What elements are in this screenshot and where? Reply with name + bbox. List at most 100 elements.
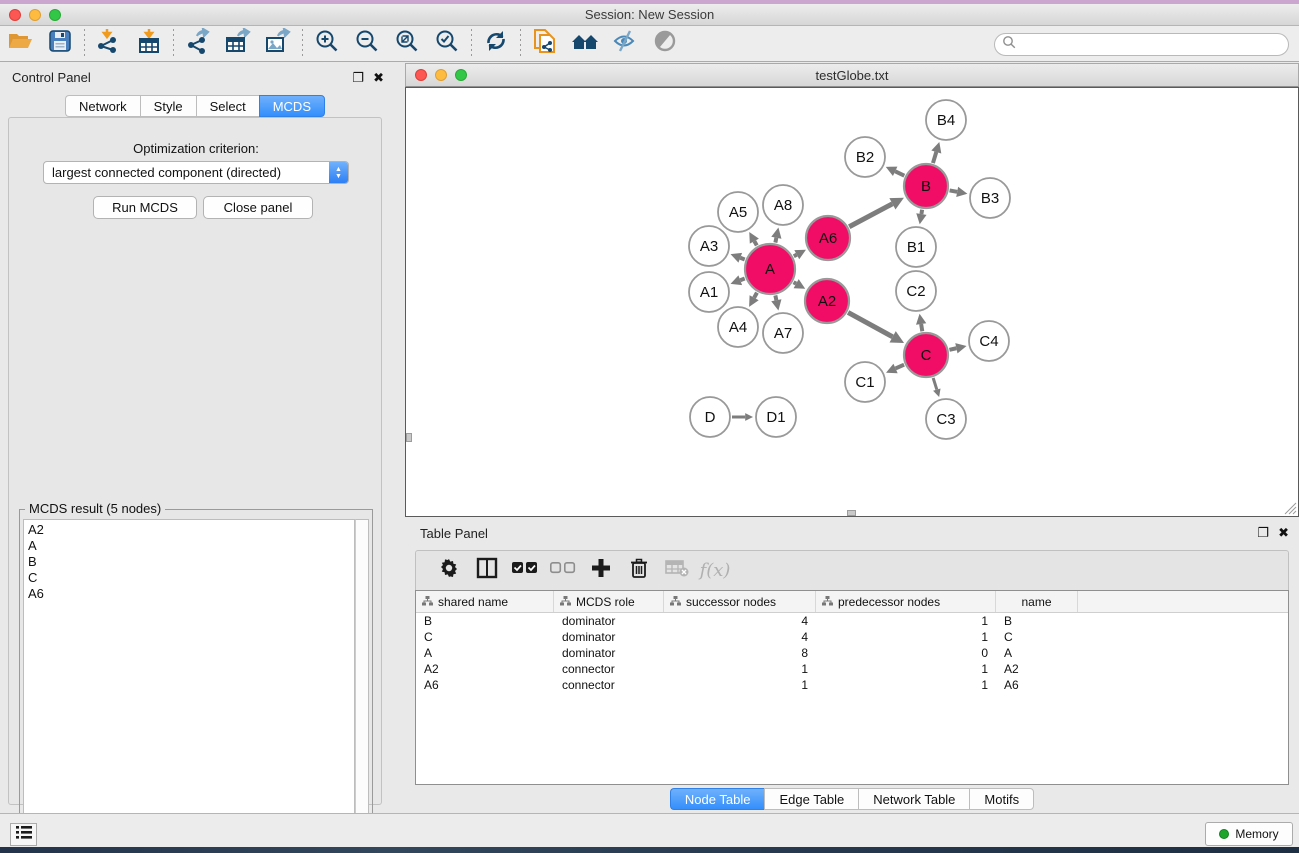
edge-A6-B[interactable] bbox=[849, 204, 892, 227]
mcds-result-item[interactable]: A6 bbox=[28, 586, 350, 602]
node-A3[interactable]: A3 bbox=[689, 226, 729, 266]
edge-C-C2[interactable] bbox=[921, 324, 922, 331]
node-A5[interactable]: A5 bbox=[718, 192, 758, 232]
first-neighbors-button[interactable] bbox=[565, 28, 605, 60]
select-all-button[interactable] bbox=[506, 554, 544, 588]
column-header-successor-nodes[interactable]: successor nodes bbox=[664, 591, 816, 612]
mcds-result-item[interactable]: A bbox=[28, 538, 350, 554]
tab-node-table[interactable]: Node Table bbox=[670, 788, 765, 810]
network-canvas[interactable]: B4B2BB3A5A8A6A3B1AA1C2A2A4A7CC4C1C3DD1 bbox=[405, 87, 1299, 517]
column-header-name[interactable]: name bbox=[996, 591, 1078, 612]
edge-B-B4[interactable] bbox=[933, 152, 936, 163]
mcds-result-item[interactable]: A2 bbox=[28, 522, 350, 538]
tab-style[interactable]: Style bbox=[140, 95, 196, 117]
node-B[interactable]: B bbox=[904, 164, 948, 208]
node-D[interactable]: D bbox=[690, 397, 730, 437]
table-settings-button[interactable] bbox=[430, 554, 468, 588]
edge-C-C4[interactable] bbox=[949, 348, 956, 350]
tab-mcds[interactable]: MCDS bbox=[259, 95, 325, 117]
node-B1[interactable]: B1 bbox=[896, 227, 936, 267]
export-image-button[interactable] bbox=[258, 28, 298, 60]
show-column-button[interactable] bbox=[468, 554, 506, 588]
edge-B-B1[interactable] bbox=[921, 210, 922, 214]
node-C[interactable]: C bbox=[904, 333, 948, 377]
zoom-out-button[interactable] bbox=[347, 28, 387, 60]
search-input[interactable] bbox=[1017, 38, 1288, 52]
edge-A2-C[interactable] bbox=[848, 312, 893, 336]
unselect-all-button[interactable] bbox=[544, 554, 582, 588]
open-session-button[interactable] bbox=[0, 28, 40, 60]
node-D1[interactable]: D1 bbox=[756, 397, 796, 437]
close-panel-icon[interactable]: ✖ bbox=[1278, 525, 1289, 541]
float-panel-icon[interactable]: ❐ bbox=[352, 70, 364, 86]
import-network-button[interactable] bbox=[89, 28, 129, 60]
edge-A-A2[interactable] bbox=[794, 282, 797, 283]
edge-A-A7[interactable] bbox=[775, 295, 776, 300]
node-B2[interactable]: B2 bbox=[845, 137, 885, 177]
node-table[interactable]: shared nameMCDS rolesuccessor nodesprede… bbox=[415, 590, 1289, 785]
function-builder-button[interactable]: f(x) bbox=[696, 554, 734, 588]
node-C1[interactable]: C1 bbox=[845, 362, 885, 402]
node-A7[interactable]: A7 bbox=[763, 313, 803, 353]
delete-table-button[interactable] bbox=[658, 554, 696, 588]
column-header-predecessor-nodes[interactable]: predecessor nodes bbox=[816, 591, 996, 612]
edge-B-B2[interactable] bbox=[895, 171, 904, 175]
close-panel-button[interactable]: Close panel bbox=[203, 196, 313, 219]
float-panel-icon[interactable]: ❐ bbox=[1257, 525, 1269, 541]
edge-A-A6[interactable] bbox=[794, 255, 797, 257]
edge-A-A5[interactable] bbox=[754, 241, 756, 245]
hide-selected-button[interactable] bbox=[605, 28, 645, 60]
network-window-titlebar[interactable]: testGlobe.txt bbox=[405, 63, 1299, 87]
edge-A-A3[interactable] bbox=[740, 258, 744, 260]
import-table-button[interactable] bbox=[129, 28, 169, 60]
node-A6[interactable]: A6 bbox=[806, 216, 850, 260]
table-row[interactable]: Cdominator41C bbox=[416, 629, 1288, 645]
export-network-button[interactable] bbox=[178, 28, 218, 60]
tab-edge-table[interactable]: Edge Table bbox=[764, 788, 858, 810]
create-column-button[interactable] bbox=[582, 554, 620, 588]
node-B4[interactable]: B4 bbox=[926, 100, 966, 140]
memory-button[interactable]: Memory bbox=[1205, 822, 1293, 846]
edge-B-B3[interactable] bbox=[950, 190, 958, 191]
resize-grip-icon[interactable] bbox=[1279, 497, 1297, 515]
node-A1[interactable]: A1 bbox=[689, 272, 729, 312]
zoom-in-button[interactable] bbox=[307, 28, 347, 60]
node-C2[interactable]: C2 bbox=[896, 271, 936, 311]
tab-network-table[interactable]: Network Table bbox=[858, 788, 969, 810]
mcds-result-item[interactable]: B bbox=[28, 554, 350, 570]
zoom-selected-button[interactable] bbox=[427, 28, 467, 60]
column-header-shared-name[interactable]: shared name bbox=[416, 591, 554, 612]
delete-column-button[interactable] bbox=[620, 554, 658, 588]
tab-select[interactable]: Select bbox=[196, 95, 259, 117]
refresh-layout-button[interactable] bbox=[476, 28, 516, 60]
node-A[interactable]: A bbox=[745, 244, 795, 294]
table-row[interactable]: Adominator80A bbox=[416, 645, 1288, 661]
column-header-MCDS-role[interactable]: MCDS role bbox=[554, 591, 664, 612]
table-row[interactable]: A6connector11A6 bbox=[416, 677, 1288, 693]
edge-C-C1[interactable] bbox=[896, 365, 905, 369]
save-session-button[interactable] bbox=[40, 28, 80, 60]
node-A2[interactable]: A2 bbox=[805, 279, 849, 323]
table-row[interactable]: A2connector11A2 bbox=[416, 661, 1288, 677]
table-row[interactable]: Bdominator41B bbox=[416, 613, 1288, 629]
panel-list-button[interactable] bbox=[10, 823, 37, 846]
canvas-left-handle[interactable] bbox=[406, 433, 412, 442]
mcds-result-scrollbar[interactable] bbox=[355, 519, 369, 848]
new-network-from-selection-button[interactable] bbox=[525, 28, 565, 60]
edge-A-A8[interactable] bbox=[775, 238, 776, 243]
canvas-bottom-handle[interactable] bbox=[847, 510, 856, 516]
run-mcds-button[interactable]: Run MCDS bbox=[93, 196, 197, 219]
criterion-dropdown[interactable]: largest connected component (directed) ▲… bbox=[43, 161, 349, 184]
tab-motifs[interactable]: Motifs bbox=[969, 788, 1034, 810]
mcds-result-item[interactable]: C bbox=[28, 570, 350, 586]
search-box[interactable] bbox=[994, 33, 1289, 56]
edge-A-A4[interactable] bbox=[754, 293, 757, 298]
node-A8[interactable]: A8 bbox=[763, 185, 803, 225]
zoom-fit-button[interactable] bbox=[387, 28, 427, 60]
close-panel-icon[interactable]: ✖ bbox=[373, 70, 384, 86]
node-A4[interactable]: A4 bbox=[718, 307, 758, 347]
export-table-button[interactable] bbox=[218, 28, 258, 60]
edge-A-A1[interactable] bbox=[740, 279, 744, 281]
node-C3[interactable]: C3 bbox=[926, 399, 966, 439]
tab-network[interactable]: Network bbox=[65, 95, 140, 117]
